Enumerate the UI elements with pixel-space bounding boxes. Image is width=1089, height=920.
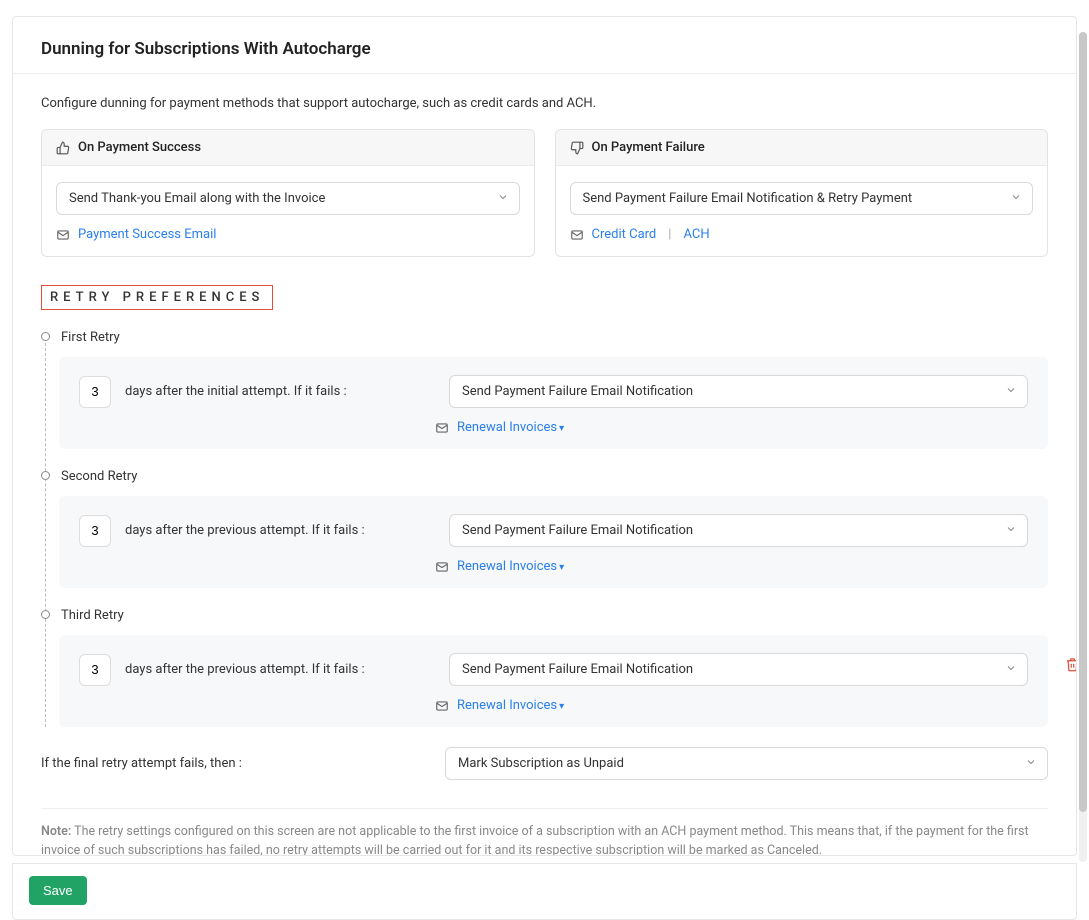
- card-header: Dunning for Subscriptions With Autocharg…: [13, 17, 1076, 73]
- scrollbar-thumb[interactable]: [1079, 32, 1087, 812]
- retry-text: days after the previous attempt. If it f…: [125, 662, 435, 677]
- success-panel-body: Send Thank-you Email along with the Invo…: [42, 166, 534, 256]
- chevron-down-icon: [1025, 756, 1037, 772]
- retry-action-select[interactable]: Send Payment Failure Email Notification: [449, 375, 1028, 408]
- failure-panel-body: Send Payment Failure Email Notification …: [556, 166, 1048, 256]
- failure-action-select[interactable]: Send Payment Failure Email Notification …: [570, 182, 1034, 215]
- note-body: The retry settings configured on this sc…: [41, 824, 1029, 855]
- retry-step-3: Third Retry days after the previous atte…: [59, 608, 1048, 727]
- panels-row: On Payment Success Send Thank-you Email …: [41, 129, 1048, 257]
- retry-step-1: First Retry days after the initial attem…: [59, 330, 1048, 449]
- success-action-select[interactable]: Send Thank-you Email along with the Invo…: [56, 182, 520, 215]
- final-label: If the final retry attempt fails, then :: [41, 756, 431, 771]
- chevron-down-icon: ▾: [559, 423, 564, 434]
- renewal-invoices-link[interactable]: Renewal Invoices▾: [457, 698, 564, 713]
- success-link-row: Payment Success Email: [56, 227, 520, 242]
- renewal-invoices-link[interactable]: Renewal Invoices▾: [457, 420, 564, 435]
- failure-panel: On Payment Failure Send Payment Failure …: [555, 129, 1049, 257]
- retry-title: First Retry: [61, 330, 1048, 345]
- retry-action-value: Send Payment Failure Email Notification: [462, 662, 693, 677]
- days-input[interactable]: [79, 376, 111, 408]
- retry-link-row: Renewal Invoices▾: [435, 420, 1028, 435]
- retry-card: days after the previous attempt. If it f…: [59, 496, 1048, 588]
- chevron-down-icon: [1010, 191, 1022, 207]
- retry-text: days after the previous attempt. If it f…: [125, 523, 435, 538]
- chevron-down-icon: ▾: [559, 562, 564, 573]
- mail-icon: [435, 421, 449, 435]
- timeline-dot: [41, 332, 50, 341]
- intro-text: Configure dunning for payment methods th…: [41, 96, 1048, 111]
- retry-step-2: Second Retry days after the previous att…: [59, 469, 1048, 588]
- mail-icon: [56, 228, 70, 242]
- note-label: Note:: [41, 824, 71, 839]
- retry-row: days after the previous attempt. If it f…: [79, 514, 1028, 547]
- footer-bar: Save: [12, 863, 1077, 920]
- retry-timeline: First Retry days after the initial attem…: [41, 330, 1048, 727]
- retry-action-value: Send Payment Failure Email Notification: [462, 523, 693, 538]
- final-action-value: Mark Subscription as Unpaid: [458, 756, 624, 771]
- days-input[interactable]: [79, 515, 111, 547]
- final-action-select[interactable]: Mark Subscription as Unpaid: [445, 747, 1048, 780]
- retry-text: days after the initial attempt. If it fa…: [125, 384, 435, 399]
- timeline-dot: [41, 610, 50, 619]
- retry-row: days after the previous attempt. If it f…: [79, 653, 1028, 686]
- settings-card: Dunning for Subscriptions With Autocharg…: [12, 16, 1077, 856]
- success-action-value: Send Thank-you Email along with the Invo…: [69, 191, 325, 206]
- failure-link-row: Credit Card | ACH: [570, 227, 1034, 242]
- retry-action-select[interactable]: Send Payment Failure Email Notification: [449, 653, 1028, 686]
- chevron-down-icon: [497, 191, 509, 207]
- success-panel-head: On Payment Success: [42, 130, 534, 166]
- divider: [41, 808, 1048, 809]
- retry-row: days after the initial attempt. If it fa…: [79, 375, 1028, 408]
- final-action-row: If the final retry attempt fails, then :…: [41, 747, 1048, 780]
- thumbs-down-icon: [570, 141, 584, 155]
- chevron-down-icon: [1005, 662, 1017, 678]
- renewal-invoices-link[interactable]: Renewal Invoices▾: [457, 559, 564, 574]
- retry-link-row: Renewal Invoices▾: [435, 559, 1028, 574]
- mail-icon: [435, 699, 449, 713]
- success-panel: On Payment Success Send Thank-you Email …: [41, 129, 535, 257]
- card-content: Configure dunning for payment methods th…: [13, 74, 1076, 855]
- failure-panel-head: On Payment Failure: [556, 130, 1048, 166]
- retry-card: days after the initial attempt. If it fa…: [59, 357, 1048, 449]
- retry-card: days after the previous attempt. If it f…: [59, 635, 1048, 727]
- retry-title: Third Retry: [61, 608, 1048, 623]
- mail-icon: [435, 560, 449, 574]
- save-button[interactable]: Save: [29, 876, 87, 905]
- credit-card-link[interactable]: Credit Card: [592, 227, 657, 242]
- failure-panel-title: On Payment Failure: [592, 140, 705, 155]
- payment-success-email-link[interactable]: Payment Success Email: [78, 227, 216, 242]
- success-panel-title: On Payment Success: [78, 140, 201, 155]
- link-separator: |: [668, 227, 671, 242]
- chevron-down-icon: [1005, 523, 1017, 539]
- days-input[interactable]: [79, 654, 111, 686]
- retry-title: Second Retry: [61, 469, 1048, 484]
- mail-icon: [570, 228, 584, 242]
- timeline-dot: [41, 471, 50, 480]
- thumbs-up-icon: [56, 141, 70, 155]
- delete-retry-button[interactable]: [1065, 657, 1076, 676]
- page-title: Dunning for Subscriptions With Autocharg…: [41, 39, 1048, 59]
- retry-action-select[interactable]: Send Payment Failure Email Notification: [449, 514, 1028, 547]
- chevron-down-icon: ▾: [559, 701, 564, 712]
- note-text: Note: The retry settings configured on t…: [41, 823, 1048, 855]
- retry-link-row: Renewal Invoices▾: [435, 698, 1028, 713]
- chevron-down-icon: [1005, 384, 1017, 400]
- retry-action-value: Send Payment Failure Email Notification: [462, 384, 693, 399]
- ach-link[interactable]: ACH: [683, 227, 709, 242]
- scroll-area[interactable]: Dunning for Subscriptions With Autocharg…: [13, 17, 1076, 855]
- retry-preferences-heading: RETRY PREFERENCES: [41, 285, 273, 310]
- failure-action-value: Send Payment Failure Email Notification …: [583, 191, 913, 206]
